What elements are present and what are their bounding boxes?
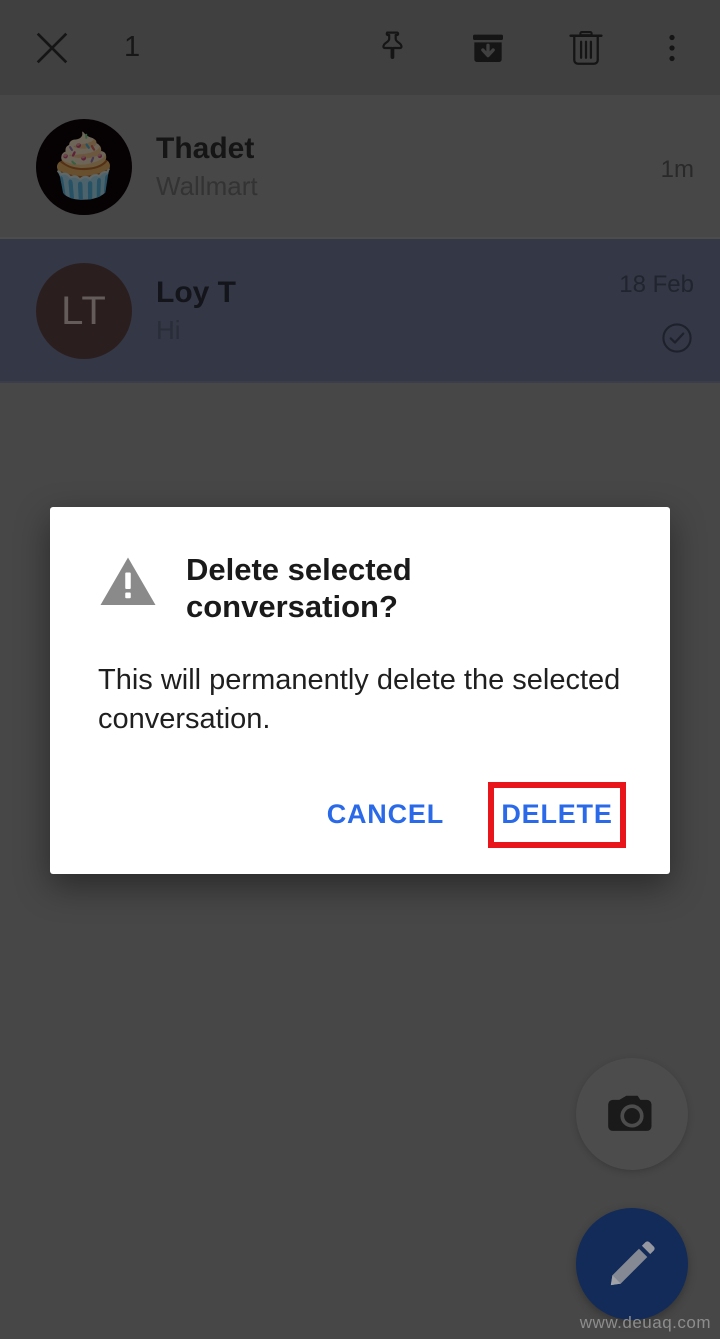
cancel-button[interactable]: CANCEL	[307, 785, 464, 844]
dialog-title: Delete selected conversation?	[186, 552, 412, 625]
delete-confirmation-dialog: Delete selected conversation? This will …	[50, 507, 670, 874]
site-watermark: www.deuaq.com	[579, 1313, 711, 1332]
warning-triangle-icon	[98, 553, 158, 609]
dialog-message: This will permanently delete the selecte…	[98, 664, 621, 735]
delete-button[interactable]: DELETE	[501, 799, 612, 830]
delete-button-highlight: DELETE	[488, 781, 626, 848]
dialog-actions: CANCEL DELETE	[50, 738, 670, 874]
dialog-header: Delete selected conversation?	[50, 545, 670, 625]
